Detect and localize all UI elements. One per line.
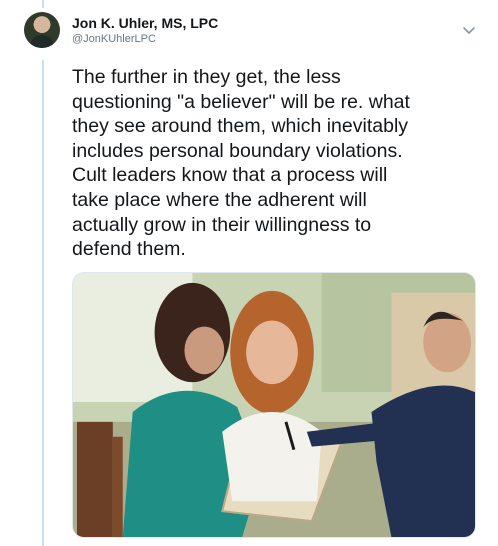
thread-connector-top (42, 0, 44, 8)
photo-counseling-scene (73, 273, 475, 537)
thread-connector-bottom (42, 60, 44, 546)
avatar-shoulders (30, 35, 54, 48)
tweet-image[interactable] (72, 272, 476, 538)
user-handle[interactable]: @JonKUhlerLPC (72, 32, 218, 46)
tweet-text: The further in they get, the less questi… (72, 66, 410, 261)
chevron-down-icon[interactable] (462, 26, 476, 36)
avatar[interactable] (24, 12, 60, 48)
display-name[interactable]: Jon K. Uhler, MS, LPC (72, 14, 218, 32)
tweet-header: Jon K. Uhler, MS, LPC @JonKUhlerLPC (72, 14, 218, 46)
